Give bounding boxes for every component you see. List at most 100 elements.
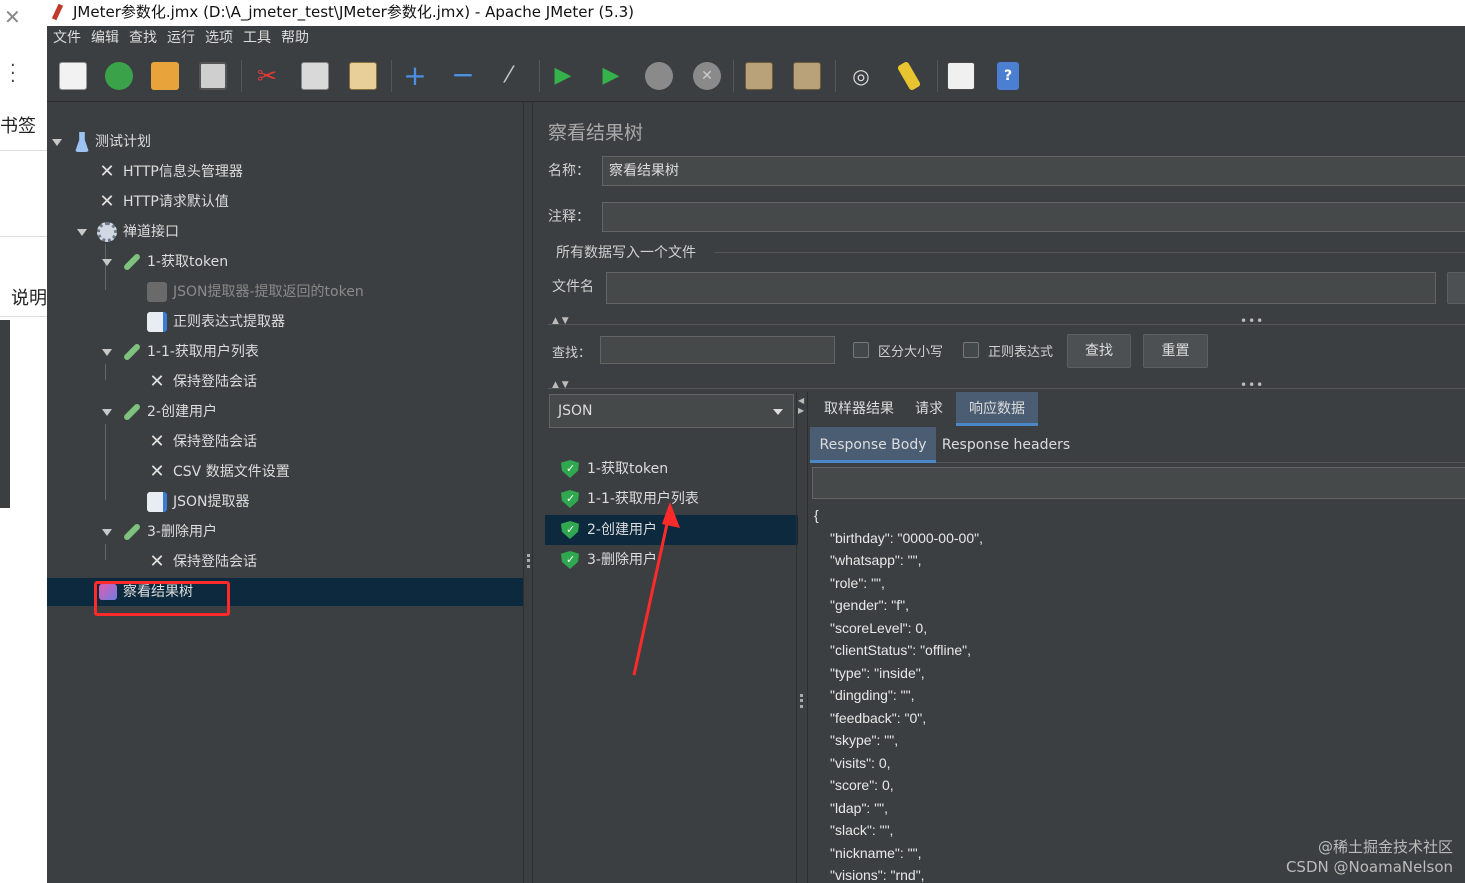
- reset-search-icon[interactable]: [896, 60, 922, 92]
- toolbar-separator: [241, 60, 242, 92]
- panel-splitter[interactable]: [523, 102, 533, 883]
- menu-search[interactable]: 查找: [123, 26, 161, 50]
- thread-group-icon: [97, 222, 117, 242]
- tree-node-thread-group[interactable]: 禅道接口: [97, 218, 179, 246]
- tree-node-keep-session[interactable]: ✕ 保持登陆会话: [147, 548, 257, 576]
- collapse-arrow-icon[interactable]: [102, 409, 112, 416]
- filename-label: 文件名: [552, 279, 594, 295]
- name-field[interactable]: 察看结果树: [602, 156, 1465, 186]
- find-button[interactable]: 查找: [1067, 334, 1131, 368]
- response-search-field[interactable]: [812, 467, 1465, 499]
- response-json-line: "scoreLevel": 0,: [830, 619, 928, 636]
- result-item-label: 1-获取token: [587, 461, 669, 477]
- response-json-line: "type": "inside",: [830, 664, 925, 681]
- config-element-icon: ✕: [149, 371, 165, 392]
- chevron-down-icon: [773, 409, 783, 415]
- tree-node-http-defaults[interactable]: ✕ HTTP请求默认值: [97, 188, 228, 216]
- tree-node-json-extractor[interactable]: JSON提取器: [147, 488, 250, 516]
- more-icon[interactable]: · · ·: [10, 57, 16, 91]
- response-body: {"birthday": "0000-00-00", "whatsapp": ""…: [812, 504, 1465, 883]
- subtab-response-headers[interactable]: Response headers: [938, 427, 1074, 463]
- response-json-line: "gender": "f",: [830, 597, 910, 613]
- start-icon[interactable]: ▶: [549, 62, 577, 90]
- background-app-strip: ✕ · · · 书签 说明: [0, 0, 47, 883]
- result-item[interactable]: ✓ 1-获取token: [561, 454, 668, 484]
- menu-file[interactable]: 文件: [47, 26, 85, 50]
- response-json-line: "visits": 0,: [830, 754, 891, 771]
- results-detail-splitter[interactable]: ◀ ▶: [796, 392, 808, 883]
- tree-node-label: 保持登陆会话: [173, 554, 257, 570]
- tab-request[interactable]: 请求: [908, 392, 950, 426]
- search-icon[interactable]: ◎: [847, 62, 875, 90]
- collapse-arrow-icon[interactable]: [52, 139, 62, 146]
- tree-node-json-extractor-disabled[interactable]: JSON提取器-提取返回的token: [147, 278, 364, 306]
- menu-run[interactable]: 运行: [161, 26, 199, 50]
- clear-all-icon[interactable]: [793, 62, 821, 90]
- renderer-select[interactable]: JSON: [549, 394, 794, 428]
- new-icon[interactable]: [59, 62, 87, 90]
- renderer-value: JSON: [558, 403, 593, 419]
- collapse-arrow-icon[interactable]: [102, 349, 112, 356]
- subtab-response-body[interactable]: Response Body: [810, 427, 936, 463]
- menu-options[interactable]: 选项: [199, 26, 237, 50]
- cut-icon[interactable]: ✂: [253, 62, 281, 90]
- shutdown-icon[interactable]: ✕: [693, 62, 721, 90]
- tree-node-test-plan[interactable]: 测试计划: [75, 128, 151, 156]
- browse-button[interactable]: [1447, 272, 1465, 304]
- tree-node-http-header-manager[interactable]: ✕ HTTP信息头管理器: [97, 158, 242, 186]
- sampler-icon: [122, 522, 142, 542]
- menu-help[interactable]: 帮助: [275, 26, 313, 50]
- save-icon[interactable]: [199, 62, 227, 90]
- reset-button[interactable]: 重置: [1143, 334, 1208, 368]
- function-helper-icon[interactable]: [947, 62, 975, 90]
- test-plan-tree: 测试计划 ✕ HTTP信息头管理器 ✕ HTTP请求默认值 禅道接口 1-获取tok…: [47, 102, 523, 883]
- splitter-grip-icon: [527, 554, 530, 568]
- expand-icon[interactable]: +: [401, 62, 429, 90]
- clear-icon[interactable]: [745, 62, 773, 90]
- tree-node-regex-extractor[interactable]: 正则表达式提取器: [147, 308, 285, 336]
- case-sensitive-checkbox[interactable]: [853, 342, 869, 358]
- tree-node-sampler-user-list[interactable]: 1-1-获取用户列表: [122, 338, 259, 366]
- close-icon[interactable]: ✕: [4, 7, 22, 27]
- tree-node-sampler-get-token[interactable]: 1-获取token: [122, 248, 228, 276]
- annotation-arrow-head: [662, 502, 680, 528]
- start-no-pause-icon[interactable]: ▶: [597, 62, 625, 90]
- collapse-arrow-icon[interactable]: [77, 229, 87, 236]
- config-element-icon: ✕: [149, 431, 165, 452]
- collapse-arrow-icon[interactable]: [102, 259, 112, 266]
- stop-icon[interactable]: [645, 62, 673, 90]
- regex-label: 正则表达式: [988, 345, 1054, 360]
- collapse-arrow-icon[interactable]: [102, 529, 112, 536]
- collapse-icon[interactable]: −: [449, 61, 477, 90]
- comment-field[interactable]: [602, 202, 1465, 232]
- file-section-title: 所有数据写入一个文件: [556, 245, 696, 261]
- menu-edit[interactable]: 编辑: [85, 26, 123, 50]
- tab-sampler-result[interactable]: 取样器结果: [810, 392, 908, 426]
- response-json-line: "nickname": "",: [830, 844, 922, 861]
- templates-icon[interactable]: [105, 62, 133, 90]
- description-label: 说明: [11, 288, 47, 309]
- tab-response-data[interactable]: 响应数据: [956, 392, 1038, 426]
- menu-tools[interactable]: 工具: [237, 26, 275, 50]
- open-icon[interactable]: [151, 62, 179, 90]
- search-field[interactable]: [600, 336, 835, 364]
- filename-field[interactable]: [606, 272, 1436, 304]
- tree-guide-line: [105, 424, 106, 500]
- divider-grip-icon: •••: [1240, 314, 1265, 328]
- help-icon[interactable]: ?: [997, 62, 1019, 90]
- toggle-icon[interactable]: ⁄: [495, 62, 523, 90]
- regex-checkbox[interactable]: [963, 342, 979, 358]
- tree-node-keep-session[interactable]: ✕ 保持登陆会话: [147, 368, 257, 396]
- toolbar-separator: [835, 60, 836, 92]
- response-json-line: "birthday": "0000-00-00",: [830, 529, 983, 546]
- copy-icon[interactable]: [301, 62, 329, 90]
- response-subtabs: Response Body Response headers: [810, 427, 1465, 463]
- background-dark-panel: [0, 320, 10, 508]
- response-json-line: "whatsapp": "",: [830, 552, 922, 568]
- tree-node-label: JSON提取器: [173, 494, 250, 510]
- tree-node-sampler-delete-user[interactable]: 3-删除用户: [122, 518, 217, 546]
- tree-node-keep-session[interactable]: ✕ 保持登陆会话: [147, 428, 257, 456]
- tree-node-csv-data-set[interactable]: ✕ CSV 数据文件设置: [147, 458, 289, 486]
- tree-node-sampler-create-user[interactable]: 2-创建用户: [122, 398, 217, 426]
- paste-icon[interactable]: [349, 62, 377, 90]
